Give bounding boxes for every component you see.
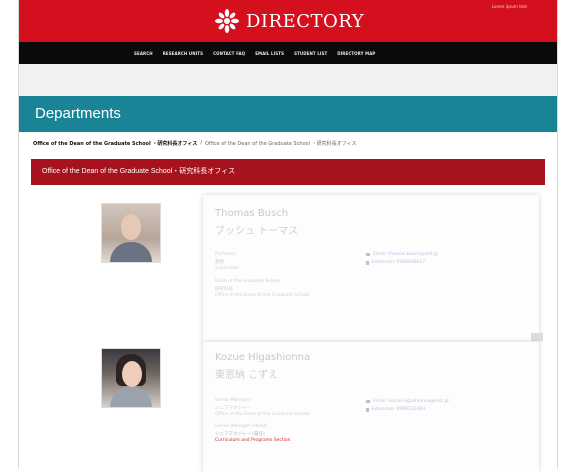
person-card[interactable]: Kozue Higashionna 東恩納 こずえ Senior Manager… xyxy=(203,342,539,472)
page-frame: DIRECTORY Lorem ipsum text SEARCH RESEAR… xyxy=(18,0,558,472)
phone-icon xyxy=(366,407,369,412)
email-link[interactable]: Email: kozue.higashionna@oist.jp xyxy=(373,399,449,404)
photo-body xyxy=(110,242,152,262)
person-email[interactable]: Email: kozue.higashionna@oist.jp xyxy=(366,399,449,404)
person-email[interactable]: Email: thomas.busch@oist.jp xyxy=(366,252,438,257)
person-unit[interactable]: Office of the Dean of the Graduate Schoo… xyxy=(215,293,309,298)
extension-text: Extension: 0989232469 xyxy=(371,407,426,412)
envelope-icon xyxy=(366,400,370,403)
extension-text: Extension: 0989008617 xyxy=(371,260,426,265)
nav-email-lists[interactable]: EMAIL LISTS xyxy=(255,51,284,56)
main-nav: SEARCH RESEARCH UNITS CONTACT FAQ EMAIL … xyxy=(19,42,557,64)
person-title: Professor xyxy=(215,252,236,257)
photo-face xyxy=(121,214,141,240)
departments-title: Departments xyxy=(35,105,121,122)
brand-logo-link[interactable]: DIRECTORY xyxy=(214,7,364,35)
nav-student-list[interactable]: STUDENT LIST xyxy=(294,51,327,56)
brand-header: DIRECTORY Lorem ipsum text xyxy=(19,0,557,42)
office-title: Office of the Dean of the Graduate Schoo… xyxy=(42,168,236,175)
breadcrumb: Office of the Dean of the Graduate Schoo… xyxy=(33,138,357,148)
person-name-jp: 東恩納 こずえ xyxy=(215,370,278,381)
nav-search[interactable]: SEARCH xyxy=(134,51,153,56)
breadcrumb-trail[interactable]: Office of the Dean of the Graduate Schoo… xyxy=(205,140,356,147)
person-name-en[interactable]: Kozue Higashionna xyxy=(215,352,310,363)
spacer-band xyxy=(19,64,557,96)
person-position: Dean of the Graduate School xyxy=(215,279,281,284)
person-title-jp: シニアマネジャー xyxy=(215,406,251,411)
top-utility-text[interactable]: Lorem ipsum text xyxy=(492,4,527,9)
departments-header: Departments xyxy=(19,96,557,132)
section-link[interactable]: Curriculum and Programs Section xyxy=(215,438,291,443)
person-photo xyxy=(101,203,161,263)
nav-contact-faq[interactable]: CONTACT FAQ xyxy=(213,51,245,56)
photo-body xyxy=(110,387,152,407)
person-title: Senior Manager xyxy=(215,398,251,403)
person-unit[interactable]: Office of the Dean of the Graduate Schoo… xyxy=(215,412,309,417)
nav-research-units[interactable]: RESEARCH UNITS xyxy=(163,51,203,56)
person-name-jp: ブッシュ トーマス xyxy=(215,226,299,237)
person-extension: Extension: 0989008617 xyxy=(366,260,425,265)
person-title-jp: 教授 xyxy=(215,260,224,265)
person-position-jp: 研究科長 xyxy=(215,287,233,292)
breadcrumb-current[interactable]: Office of the Dean of the Graduate Schoo… xyxy=(33,140,197,147)
photo-face xyxy=(122,361,142,387)
person-name-en[interactable]: Thomas Busch xyxy=(215,208,288,219)
person-position: Senior Manager (Head) xyxy=(215,424,268,429)
office-header: Office of the Dean of the Graduate Schoo… xyxy=(31,159,545,185)
person-position-jp: シニアマネジャー (責任) xyxy=(215,432,265,437)
person-card[interactable]: Thomas Busch ブッシュ トーマス Professor 教授 Supe… xyxy=(203,195,539,343)
breadcrumb-separator: / xyxy=(200,140,203,146)
envelope-icon xyxy=(366,253,370,256)
person-extension: Extension: 0989232469 xyxy=(366,407,425,412)
nav-directory-map[interactable]: DIRECTORY MAP xyxy=(337,51,375,56)
email-link[interactable]: Email: thomas.busch@oist.jp xyxy=(373,252,438,257)
people-list: Thomas Busch ブッシュ トーマス Professor 教授 Supe… xyxy=(31,185,545,472)
person-photo xyxy=(101,348,161,408)
phone-icon xyxy=(366,260,369,265)
flower-logo-icon xyxy=(215,9,239,33)
person-role: Supervisor xyxy=(215,266,240,271)
scroll-indicator xyxy=(531,333,543,341)
brand-title: DIRECTORY xyxy=(246,10,365,32)
